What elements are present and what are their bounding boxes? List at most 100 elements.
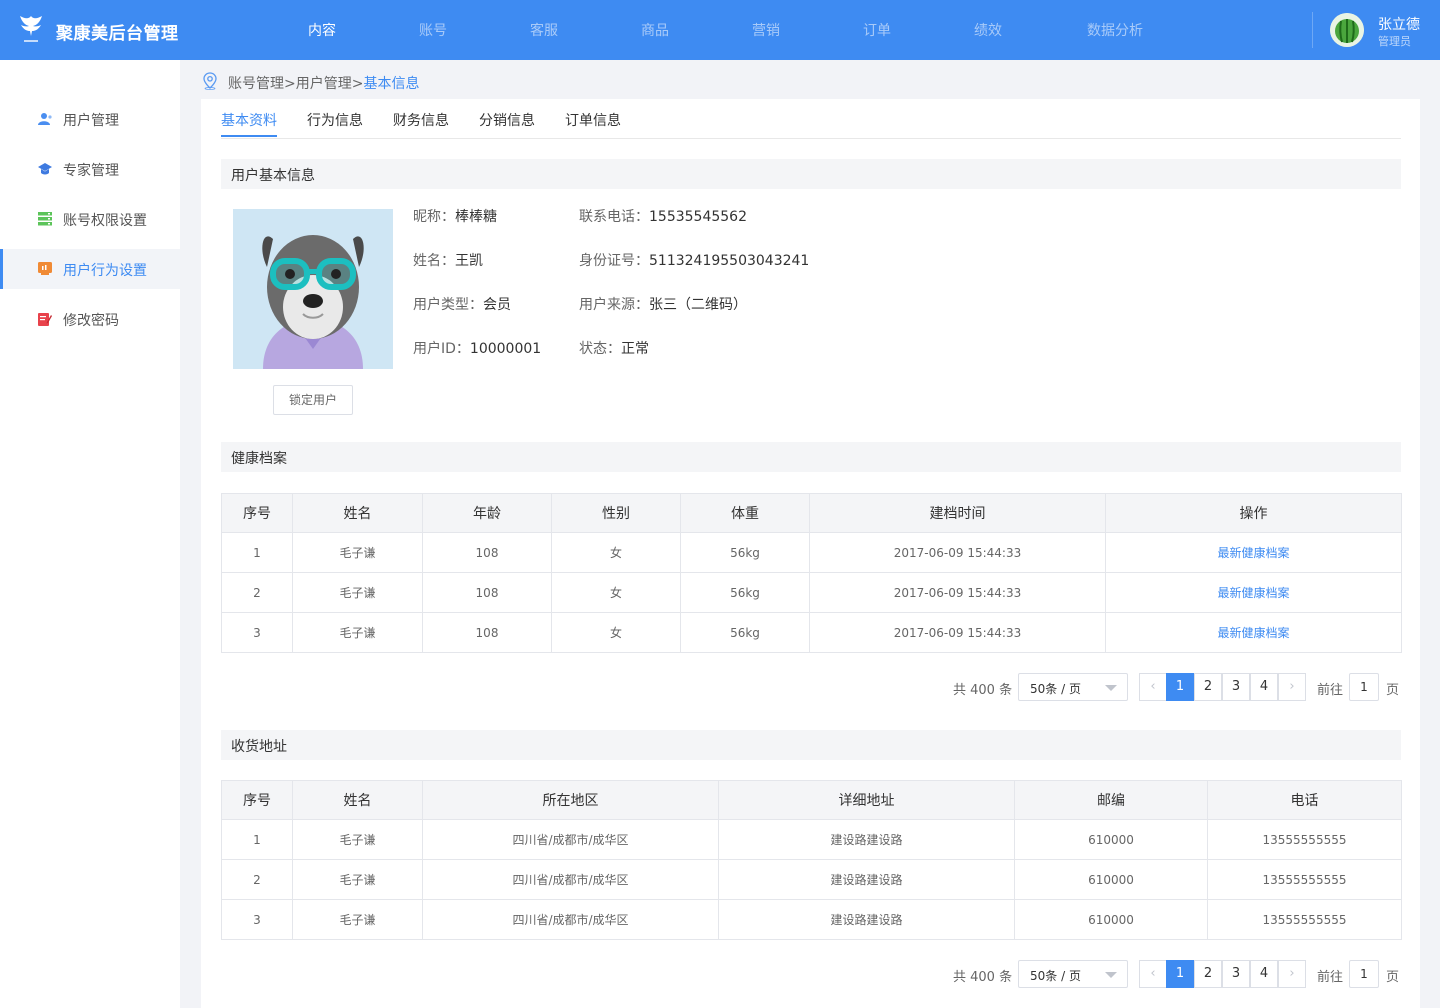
user-icon — [38, 113, 52, 125]
table-cell: 最新健康档案 — [1105, 572, 1402, 613]
user-photo — [233, 209, 393, 369]
field-label: 姓名： — [413, 253, 455, 269]
sidebar-item-label: 用户行为设置 — [63, 263, 147, 279]
field-value: 511324195503043241 — [649, 253, 810, 269]
chevron-down-icon — [1105, 685, 1117, 691]
sidebar: 用户管理 专家管理 账号权限设置 用户行为设置 修改密码 — [0, 60, 180, 1008]
top-header: 聚康美后台管理 内容 账号 客服 商品 营销 订单 绩效 数据分析 张立德 管理… — [0, 0, 1440, 60]
field-value: 王凯 — [455, 253, 483, 269]
field-value: 正常 — [621, 341, 649, 357]
page-button[interactable]: 4 — [1250, 960, 1278, 988]
breadcrumb-parents[interactable]: 账号管理>用户管理> — [228, 76, 363, 92]
column-header: 电话 — [1207, 780, 1402, 820]
column-header: 姓名 — [292, 780, 423, 820]
table-cell: 1 — [221, 532, 293, 573]
page-button[interactable]: 4 — [1250, 673, 1278, 701]
dog-photo-icon — [233, 209, 393, 369]
column-header: 序号 — [221, 493, 293, 533]
field-id-number: 身份证号：511324195503043241 — [579, 250, 809, 270]
nav-service[interactable]: 客服 — [530, 20, 558, 40]
nav-account[interactable]: 账号 — [419, 20, 447, 40]
nav-marketing[interactable]: 营销 — [752, 20, 780, 40]
nav-content[interactable]: 内容 — [308, 20, 336, 40]
table-cell: 3 — [221, 899, 293, 940]
column-header: 体重 — [680, 493, 810, 533]
field-label: 用户类型： — [413, 297, 483, 313]
nav-performance[interactable]: 绩效 — [974, 20, 1002, 40]
field-value: 15535545562 — [649, 209, 747, 225]
latest-health-record-link[interactable]: 最新健康档案 — [1217, 546, 1289, 560]
prev-page-button[interactable]: ‹ — [1139, 673, 1167, 701]
table-cell: 1 — [221, 819, 293, 860]
table-cell: 四川省/成都市/成华区 — [422, 859, 719, 900]
page-button[interactable]: 3 — [1222, 960, 1250, 988]
tab-finance-info[interactable]: 财务信息 — [393, 110, 449, 130]
sidebar-item-expert-management[interactable]: 专家管理 — [0, 149, 180, 189]
page-button[interactable]: 1 — [1166, 673, 1194, 701]
column-header: 序号 — [221, 780, 293, 820]
latest-health-record-link[interactable]: 最新健康档案 — [1217, 586, 1289, 600]
goto-page-input[interactable]: 1 — [1349, 960, 1379, 988]
table-cell: 3 — [221, 612, 293, 653]
page-button[interactable]: 3 — [1222, 673, 1250, 701]
table-cell: 毛子谦 — [292, 859, 423, 900]
table-cell: 女 — [551, 572, 681, 613]
table-cell: 女 — [551, 612, 681, 653]
tab-behavior-info[interactable]: 行为信息 — [307, 110, 363, 130]
table-cell: 四川省/成都市/成华区 — [422, 899, 719, 940]
field-label: 用户来源： — [579, 297, 649, 313]
user-name[interactable]: 张立德 — [1378, 14, 1420, 34]
nav-orders[interactable]: 订单 — [863, 20, 891, 40]
table-cell: 56kg — [680, 572, 810, 613]
page-unit-label: 页 — [1386, 970, 1400, 985]
chart-board-icon — [38, 262, 52, 275]
nav-analytics[interactable]: 数据分析 — [1087, 20, 1143, 40]
sidebar-item-user-behavior[interactable]: 用户行为设置 — [0, 249, 180, 289]
lock-user-button[interactable]: 锁定用户 — [273, 385, 353, 415]
table-cell: 毛子谦 — [292, 532, 423, 573]
field-nickname: 昵称：棒棒糖 — [413, 206, 497, 226]
sidebar-item-user-management[interactable]: 用户管理 — [0, 99, 180, 139]
table-row: 3 毛子谦 四川省/成都市/成华区 建设路建设路 610000 13555555… — [221, 899, 1402, 940]
page-size-value: 50条 / 页 — [1030, 969, 1081, 983]
table-cell: 2017-06-09 15:44:33 — [809, 532, 1106, 573]
page-size-select[interactable]: 50条 / 页 — [1018, 960, 1128, 988]
field-label: 状态： — [579, 341, 621, 357]
field-value: 张三（二维码） — [649, 297, 747, 313]
field-label: 身份证号： — [579, 253, 649, 269]
field-user-source: 用户来源：张三（二维码） — [579, 294, 747, 314]
table-cell: 建设路建设路 — [718, 819, 1015, 860]
table-cell: 毛子谦 — [292, 612, 423, 653]
field-value: 会员 — [483, 297, 511, 313]
chevron-down-icon — [1105, 972, 1117, 978]
address-table: 序号 姓名 所在地区 详细地址 邮编 电话 1 毛子谦 四川省/成都市/成华区 … — [221, 780, 1402, 940]
avatar[interactable] — [1330, 13, 1364, 47]
next-page-button[interactable]: › — [1278, 673, 1306, 701]
page-size-select[interactable]: 50条 / 页 — [1018, 673, 1128, 701]
page-button[interactable]: 2 — [1194, 673, 1222, 701]
page-unit-label: 页 — [1386, 683, 1400, 698]
tab-order-info[interactable]: 订单信息 — [565, 110, 621, 130]
prev-page-button[interactable]: ‹ — [1139, 960, 1167, 988]
goto-page-input[interactable]: 1 — [1349, 673, 1379, 701]
nav-goods[interactable]: 商品 — [641, 20, 669, 40]
page-button[interactable]: 2 — [1194, 960, 1222, 988]
table-cell: 108 — [422, 572, 552, 613]
table-cell: 最新健康档案 — [1105, 532, 1402, 573]
latest-health-record-link[interactable]: 最新健康档案 — [1217, 626, 1289, 640]
column-header: 所在地区 — [422, 780, 719, 820]
sidebar-item-account-permissions[interactable]: 账号权限设置 — [0, 199, 180, 239]
breadcrumb-path: 账号管理>用户管理>基本信息 — [228, 73, 419, 93]
user-role: 管理员 — [1378, 35, 1411, 48]
health-pagination: 共 400 条 50条 / 页 ‹ 1 2 3 4 › 前往 1 页 — [201, 673, 1420, 701]
sidebar-item-change-password[interactable]: 修改密码 — [0, 299, 180, 339]
page-button[interactable]: 1 — [1166, 960, 1194, 988]
watermelon-avatar-icon — [1330, 13, 1364, 47]
next-page-button[interactable]: › — [1278, 960, 1306, 988]
field-label: 昵称： — [413, 209, 455, 225]
main-panel: 基本资料 行为信息 财务信息 分销信息 订单信息 用户基本信息 锁定用户 昵称：… — [201, 99, 1420, 1008]
tab-distribution-info[interactable]: 分销信息 — [479, 110, 535, 130]
field-user-id: 用户ID：10000001 — [413, 338, 541, 358]
table-cell: 610000 — [1014, 899, 1208, 940]
tab-basic-info[interactable]: 基本资料 — [221, 110, 277, 130]
